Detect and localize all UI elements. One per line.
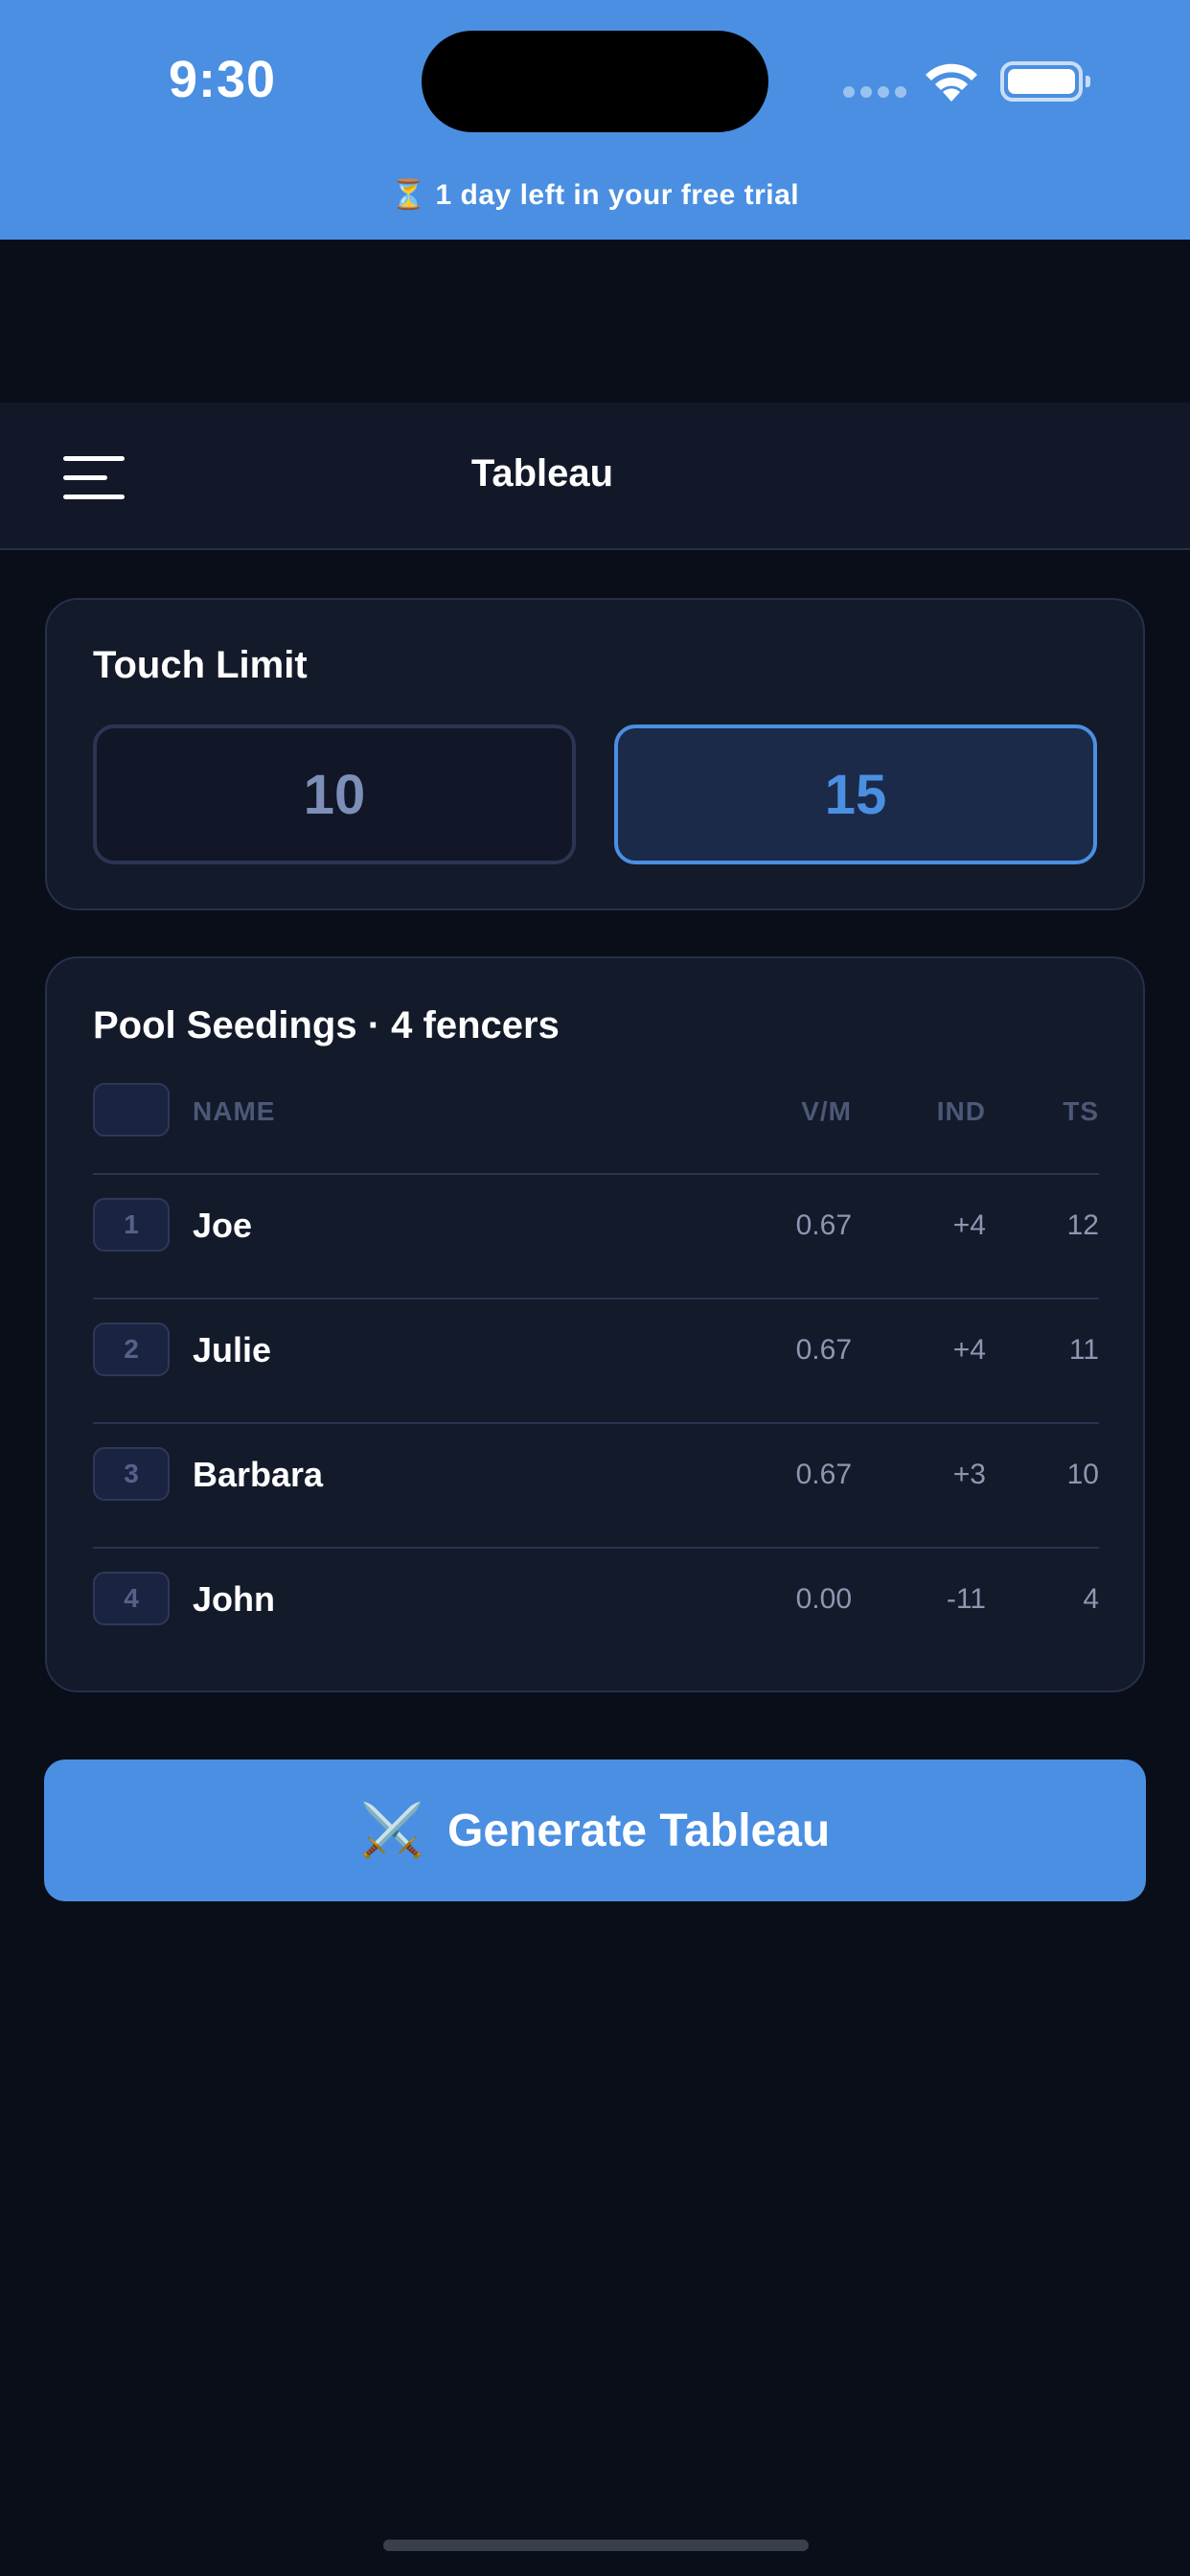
row-divider [93,1173,1099,1175]
fencer-ind: +4 [952,1209,986,1241]
nav-bar: Tableau [0,402,1190,550]
fencer-name: John [193,1579,275,1619]
fencer-vm: 0.00 [795,1583,852,1615]
wifi-icon [926,63,977,102]
pool-seedings-card: Pool Seedings · 4 fencers NAME V/M IND T… [45,956,1145,1692]
page-title: Tableau [470,452,614,494]
touch-limit-option-15[interactable]: 15 [614,724,1097,864]
fencer-vm: 0.67 [795,1334,852,1366]
generate-tableau-label: Generate Tableau [446,1805,831,1856]
fencer-vm: 0.67 [795,1459,852,1490]
seed-badge: 4 [93,1572,170,1625]
seed-header-box [93,1083,170,1137]
row-divider [93,1298,1099,1300]
fencer-vm: 0.67 [795,1209,852,1241]
fencer-ts: 4 [1083,1583,1099,1615]
seed-badge: 2 [93,1322,170,1376]
dynamic-island [422,31,768,132]
cellular-signal-icon [843,86,906,98]
row-divider [93,1547,1099,1549]
fencer-name: Julie [193,1330,272,1369]
fencer-name: Barbara [193,1455,324,1494]
touch-limit-option-10[interactable]: 10 [93,724,576,864]
battery-icon [1000,61,1090,102]
trial-banner-area: 9:30 ⏳ 1 day left in your free trial [0,0,1190,240]
home-indicator[interactable] [383,2540,809,2551]
row-divider [93,1422,1099,1424]
seed-badge: 1 [93,1198,170,1252]
touch-limit-title: Touch Limit [93,644,308,686]
pool-seedings-title: Pool Seedings · 4 fencers [93,1004,560,1046]
fencer-name: Joe [193,1206,253,1245]
fencer-ind: -11 [946,1583,986,1615]
column-header-vm: V/M [801,1096,852,1126]
fencer-ts: 10 [1066,1459,1099,1490]
trial-banner-text[interactable]: ⏳ 1 day left in your free trial [0,178,1190,212]
fencer-ind: +3 [952,1459,986,1490]
seed-badge: 3 [93,1447,170,1501]
column-header-ts: TS [1063,1096,1099,1126]
generate-tableau-button[interactable]: ⚔️ Generate Tableau [44,1760,1146,1901]
fencer-ind: +4 [952,1334,986,1366]
touch-limit-card: Touch Limit 10 15 [45,598,1145,910]
column-header-name: NAME [193,1096,276,1126]
fencer-ts: 11 [1068,1334,1099,1366]
fencer-ts: 12 [1066,1209,1099,1241]
column-header-ind: IND [936,1096,986,1126]
crossed-swords-icon: ⚔️ [359,1801,424,1859]
status-time: 9:30 [169,51,277,108]
